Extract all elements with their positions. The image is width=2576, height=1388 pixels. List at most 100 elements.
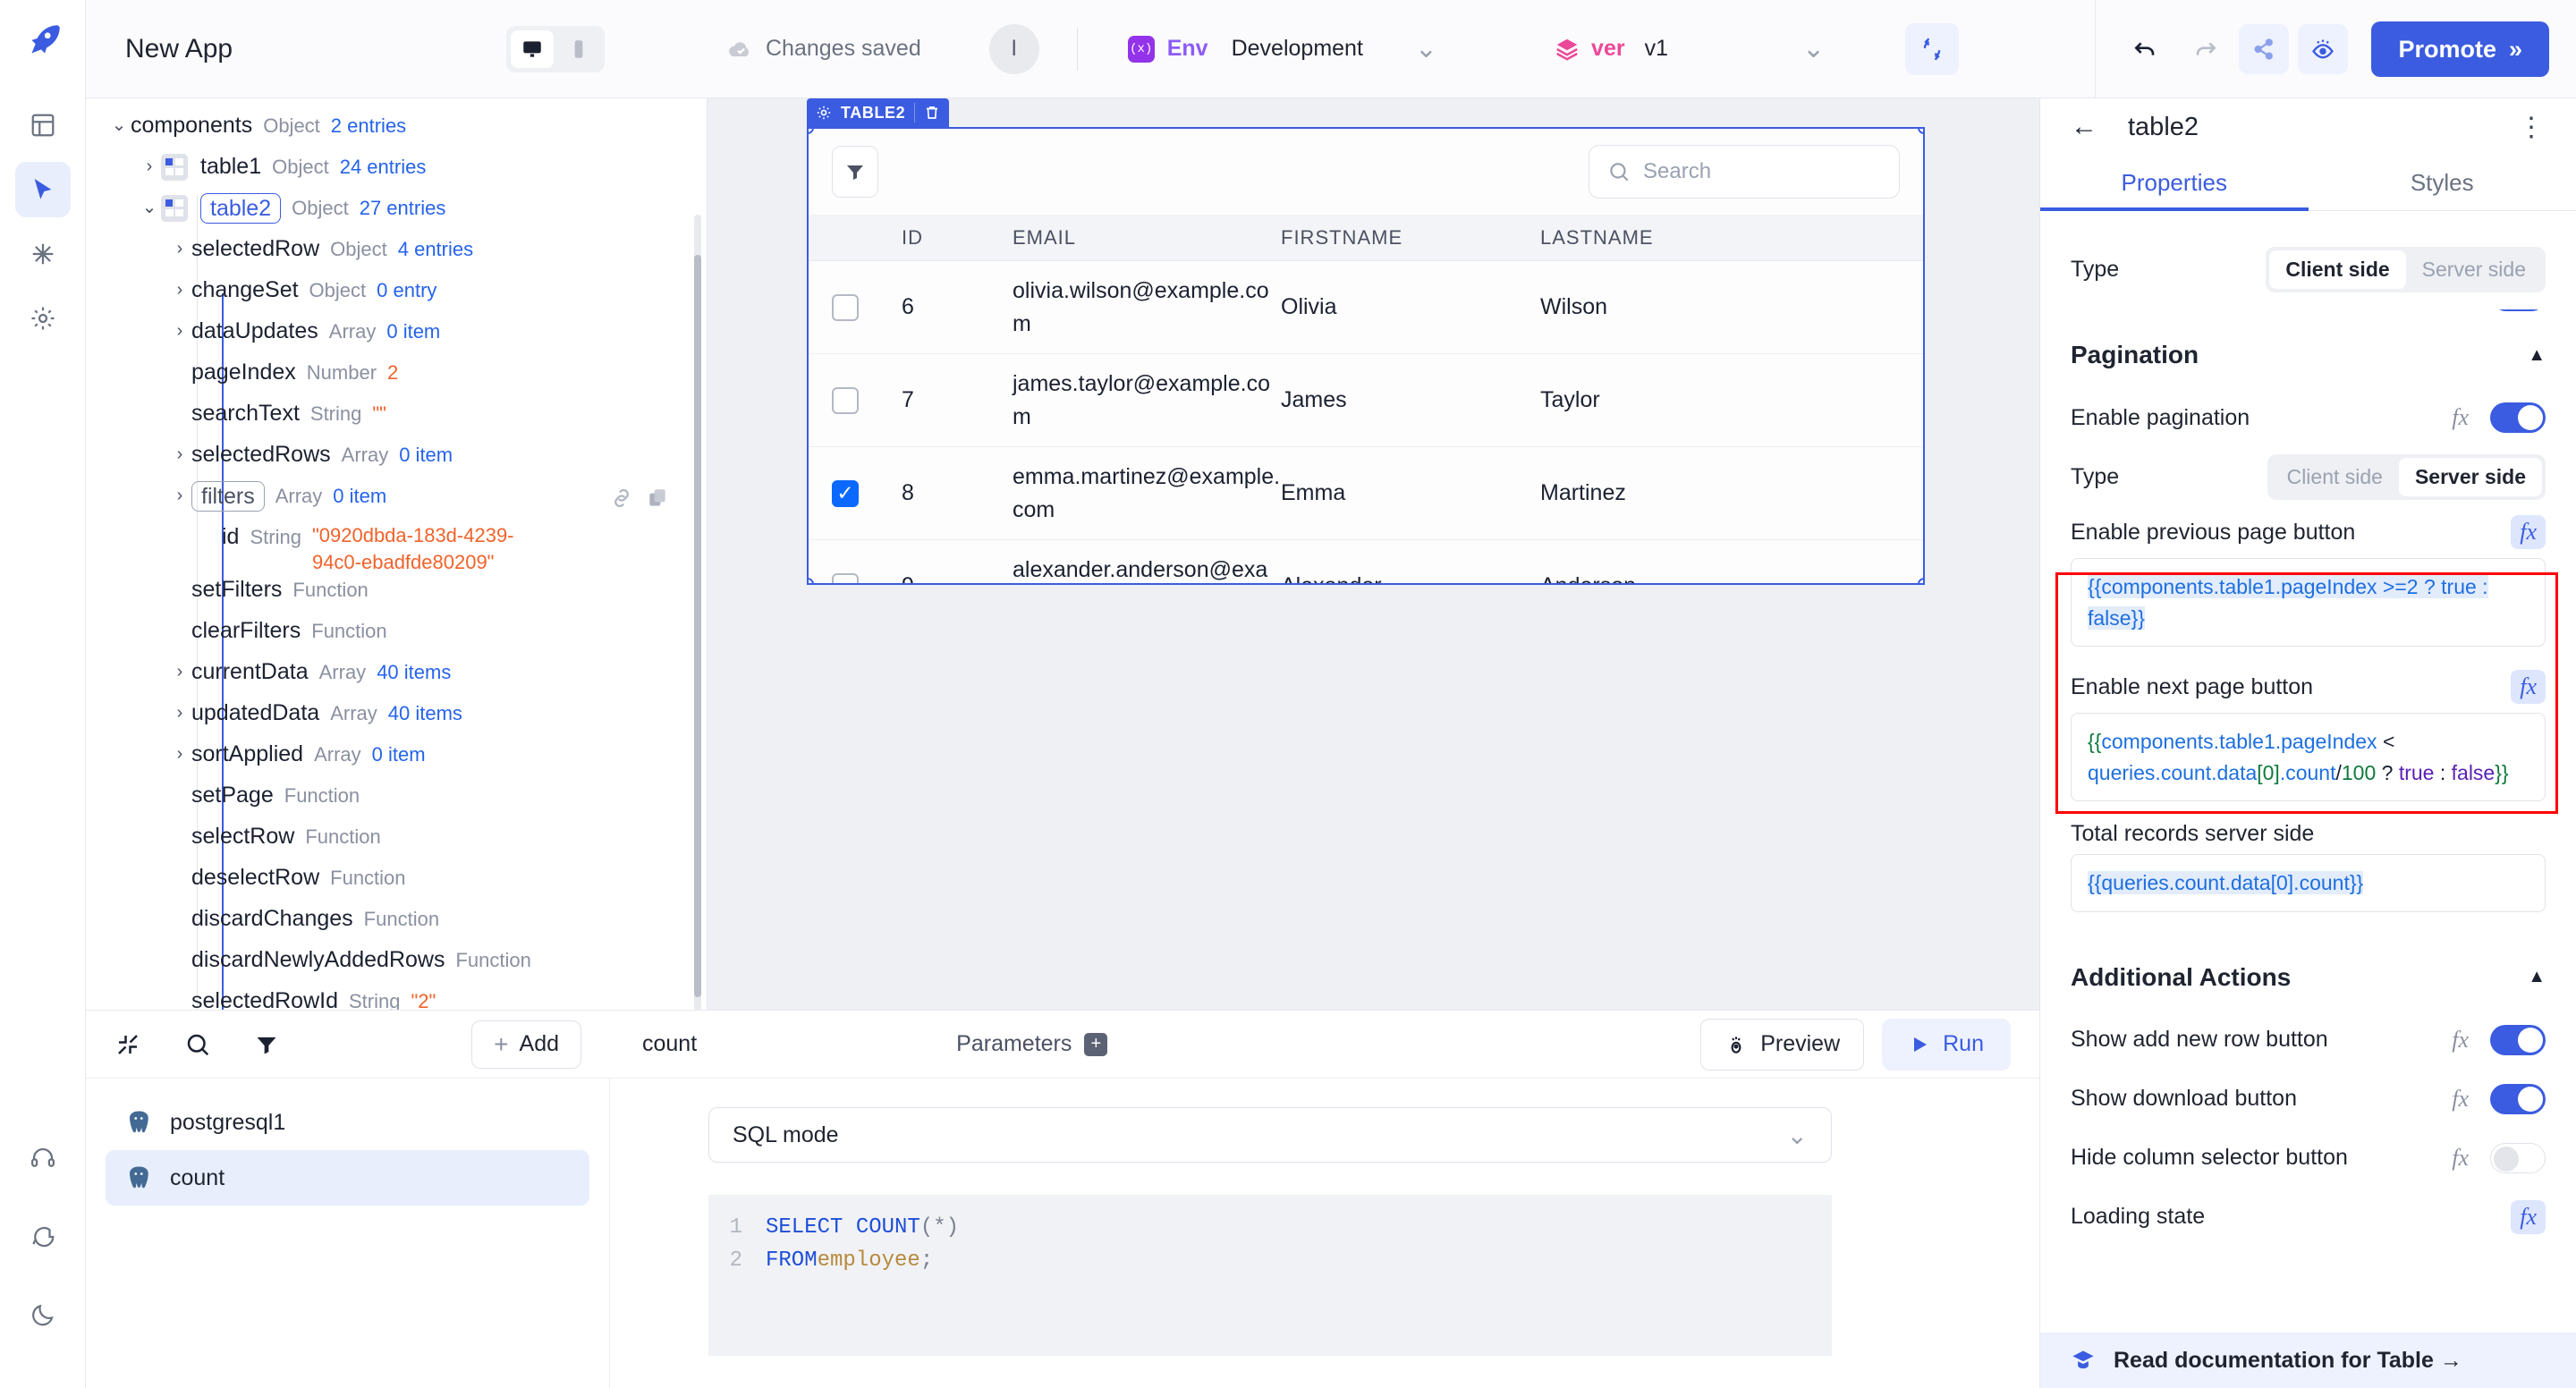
query-list-item[interactable]: count (106, 1150, 589, 1206)
env-chevron-down-icon[interactable]: ⌄ (1415, 33, 1437, 64)
table-row[interactable]: 6 olivia.wilson@example.com Olivia Wilson (809, 261, 1923, 354)
tree-node-changeSet[interactable]: › changeSet Object 0 entry (86, 275, 707, 317)
collapse-caret-icon[interactable]: ▲ (2528, 345, 2546, 366)
type-segmented-control[interactable]: Client side Server side (2266, 246, 2546, 292)
table-row[interactable]: 7 james.taylor@example.com James Taylor (809, 354, 1923, 447)
inspector-scrollbar[interactable] (694, 255, 701, 997)
query-run-button[interactable]: Run (1882, 1018, 2011, 1071)
type-client-side[interactable]: Client side (2269, 250, 2406, 289)
pagination-type-segmented-control[interactable]: Client side Server side (2267, 453, 2546, 500)
table-row[interactable]: ✓ 8 emma.martinez@example.com Emma Martinez (809, 447, 1923, 540)
fx-icon[interactable]: fx (2452, 1086, 2469, 1113)
row-select-checkbox[interactable] (832, 572, 859, 583)
tree-node-selectRow[interactable]: selectRow Function (86, 822, 707, 863)
additional-actions-section-header[interactable]: Additional Actions ▲ (2040, 944, 2576, 1011)
chevron-right-icon[interactable]: › (168, 657, 191, 686)
rail-item-pages[interactable] (15, 97, 71, 153)
chevron-right-icon[interactable]: › (168, 234, 191, 263)
chevron-right-icon[interactable]: › (168, 740, 191, 768)
action-toggle[interactable] (2490, 1083, 2546, 1114)
more-options-icon[interactable]: ⋮ (2518, 112, 2546, 143)
add-parameter-button[interactable]: + (1084, 1032, 1108, 1056)
tree-node-discardNewlyAddedRows[interactable]: discardNewlyAddedRows Function (86, 945, 707, 986)
avatar[interactable]: I (988, 23, 1039, 74)
cut-row-toggle[interactable] (2491, 309, 2546, 311)
row-select-checkbox[interactable]: ✓ (832, 479, 859, 507)
tree-node-selectedRowId[interactable]: selectedRowId String "2" (86, 986, 707, 1010)
table-row[interactable]: 9alexander.anderson@example.com Alexander… (809, 540, 1923, 583)
tab-properties[interactable]: Properties (2040, 156, 2309, 211)
table-header-lastname[interactable]: LASTNAME (1540, 226, 1800, 250)
tree-node-currentData[interactable]: › currentData Array 40 items (86, 657, 707, 698)
chevron-right-icon[interactable]: › (168, 440, 191, 469)
tree-node-table2[interactable]: ⌄ table2 Object 27 entries (86, 193, 707, 234)
version-chevron-down-icon[interactable]: ⌄ (1802, 33, 1825, 64)
chevron-down-icon[interactable]: ⌄ (107, 111, 131, 140)
chevron-right-icon[interactable]: › (138, 152, 161, 181)
redo-button[interactable] (2180, 24, 2230, 74)
pagination-type-client-side[interactable]: Client side (2271, 458, 2399, 496)
filter-icon[interactable] (254, 1032, 279, 1057)
enable-pagination-toggle[interactable] (2490, 402, 2546, 433)
copy-icon[interactable] (646, 487, 669, 510)
fx-icon[interactable]: fx (2511, 1199, 2546, 1234)
rail-item-help[interactable] (15, 1130, 71, 1186)
tree-node-setFilters[interactable]: setFilters Function (86, 575, 707, 616)
widget-tag-table2[interactable]: TABLE2 (807, 98, 950, 127)
documentation-link[interactable]: Read documentation for Table → (2040, 1333, 2576, 1388)
environment-selector[interactable]: (x) Env Development (1127, 35, 1363, 63)
filter-button[interactable] (832, 146, 878, 198)
device-mode-switch[interactable] (506, 25, 605, 72)
table-search[interactable] (1589, 145, 1900, 199)
tree-node-components[interactable]: ⌄ components Object 2 entries (86, 111, 707, 152)
query-preview-button[interactable]: Preview (1700, 1018, 1865, 1071)
promote-button[interactable]: Promote » (2371, 21, 2549, 77)
enable-prev-page-expression[interactable]: {{components.table1.pageIndex >=2 ? true… (2071, 558, 2546, 647)
link-icon[interactable] (610, 487, 633, 510)
tab-styles[interactable]: Styles (2309, 156, 2576, 210)
search-icon[interactable] (184, 1031, 211, 1058)
share-button[interactable] (2239, 24, 2290, 74)
query-list-item[interactable]: postgresql1 (106, 1095, 589, 1150)
table-header-id[interactable]: ID (869, 226, 1013, 250)
refresh-button[interactable] (1905, 22, 1960, 75)
undo-button[interactable] (2121, 24, 2171, 74)
table-header-firstname[interactable]: FIRSTNAME (1281, 226, 1540, 250)
tree-node-selectedRows[interactable]: › selectedRows Array 0 item (86, 440, 707, 481)
rail-item-settings[interactable] (15, 291, 71, 346)
total-records-expression[interactable]: {{queries.count.data[0].count}} (2071, 854, 2546, 912)
fx-icon[interactable]: fx (2452, 404, 2469, 431)
add-query-button[interactable]: + Add (471, 1020, 581, 1069)
fx-icon[interactable]: fx (2511, 515, 2546, 549)
action-toggle[interactable] (2490, 1142, 2546, 1173)
chevron-right-icon[interactable]: › (168, 481, 191, 510)
rail-item-chat[interactable] (15, 1209, 71, 1265)
rail-item-queries[interactable] (15, 226, 71, 282)
tree-node-clearFilters[interactable]: clearFilters Function (86, 616, 707, 657)
tree-node-table1[interactable]: › table1 Object 24 entries (86, 152, 707, 193)
sql-code-editor[interactable]: 1 SELECT COUNT(*) 2 FROM employee; (708, 1195, 1832, 1356)
enable-next-page-expression[interactable]: {{components.table1.pageIndex < queries.… (2071, 713, 2546, 801)
tree-node-sortApplied[interactable]: › sortApplied Array 0 item (86, 740, 707, 781)
tree-node-updatedData[interactable]: › updatedData Array 40 items (86, 698, 707, 740)
desktop-mode-icon[interactable] (511, 30, 554, 68)
version-selector[interactable]: ver v1 (1554, 36, 1668, 63)
row-select-checkbox[interactable] (832, 293, 859, 321)
mobile-mode-icon[interactable] (557, 30, 600, 68)
rail-item-components[interactable] (14, 162, 71, 217)
chevron-right-icon[interactable]: › (168, 317, 191, 345)
fx-icon[interactable]: fx (2452, 1027, 2469, 1054)
tree-node-discardChanges[interactable]: discardChanges Function (86, 904, 707, 945)
table-header-email[interactable]: EMAIL (1013, 224, 1281, 252)
chevron-right-icon[interactable]: › (168, 698, 191, 727)
sql-mode-select[interactable]: SQL mode ⌄ (708, 1107, 1832, 1163)
back-button[interactable]: ← (2071, 112, 2097, 142)
table-widget[interactable]: ID EMAIL FIRSTNAME LASTNAME 6 olivia.wils… (807, 127, 1925, 585)
preview-button[interactable] (2298, 24, 2349, 74)
tree-node-pageIndex[interactable]: pageIndex Number 2 (86, 358, 707, 399)
tree-node-filters[interactable]: › filters Array 0 item (86, 481, 707, 522)
tree-node-selectedRow[interactable]: › selectedRow Object 4 entries (86, 234, 707, 275)
type-server-side[interactable]: Server side (2406, 250, 2542, 289)
collapse-caret-icon[interactable]: ▲ (2528, 967, 2546, 987)
chevron-right-icon[interactable]: › (168, 275, 191, 304)
